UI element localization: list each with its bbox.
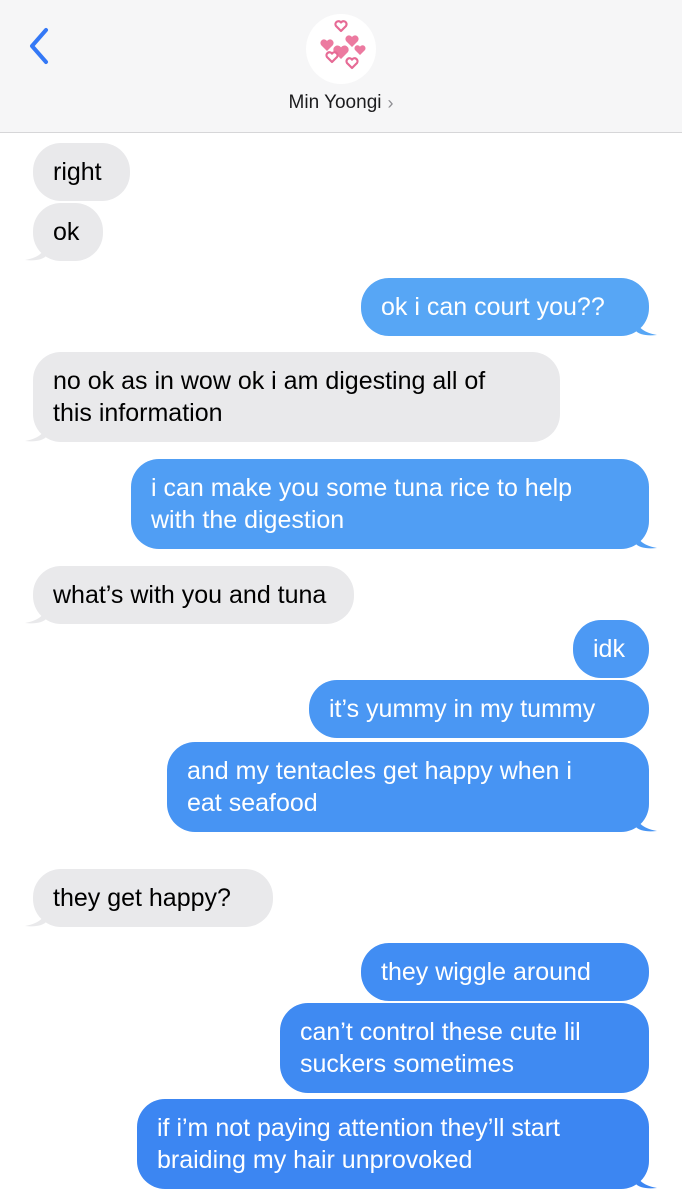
message-text-line: if i’m not paying attention they’ll star… bbox=[157, 1114, 560, 1142]
message-text-line: right bbox=[53, 158, 102, 186]
message-text-line: it’s yummy in my tummy bbox=[329, 695, 596, 723]
contact-name: Min Yoongi bbox=[288, 92, 382, 113]
message-text-line: idk bbox=[593, 635, 625, 663]
incoming-bubble-tail bbox=[25, 422, 47, 442]
message-text-line: what’s with you and tuna bbox=[53, 581, 327, 609]
message-text-line: they wiggle around bbox=[381, 958, 591, 986]
message-text-line: ok bbox=[53, 218, 80, 246]
message-text-line: this information bbox=[53, 399, 223, 427]
outgoing-message-bubble[interactable]: i can make you some tuna rice to help wit… bbox=[131, 459, 657, 549]
message-text-line: they get happy? bbox=[53, 884, 231, 912]
incoming-message-bubble[interactable]: they get happy? bbox=[25, 869, 273, 927]
chevron-left-icon bbox=[30, 28, 48, 64]
contact-name-button[interactable]: Min Yoongi › bbox=[0, 90, 682, 116]
outgoing-message-bubble[interactable]: they wiggle around bbox=[361, 943, 649, 1001]
message-text-line: no ok as in wow ok i am digesting all of bbox=[53, 367, 486, 395]
message-text-line: braiding my hair unprovoked bbox=[157, 1146, 473, 1174]
incoming-message-bubble[interactable]: ok bbox=[25, 203, 103, 261]
outgoing-message-bubble[interactable]: can’t control these cute lil suckers some… bbox=[280, 1003, 649, 1093]
incoming-message-bubble[interactable]: no ok as in wow ok i am digesting all of… bbox=[25, 352, 560, 442]
message-text-line: suckers sometimes bbox=[300, 1050, 514, 1078]
conversation-header: Min Yoongi › bbox=[0, 0, 682, 133]
message-text-line: i can make you some tuna rice to help bbox=[151, 474, 573, 502]
back-button[interactable] bbox=[22, 24, 58, 68]
message-text-line: can’t control these cute lil bbox=[300, 1018, 581, 1046]
outgoing-message-bubble[interactable]: it’s yummy in my tummy bbox=[309, 680, 649, 738]
outgoing-bubble-tail bbox=[635, 316, 657, 336]
incoming-message-bubble[interactable]: right bbox=[33, 143, 130, 201]
incoming-bubble-tail bbox=[25, 604, 47, 624]
message-text-line: ok i can court you?? bbox=[381, 293, 605, 321]
outgoing-message-bubble[interactable]: if i’m not paying attention they’ll star… bbox=[137, 1099, 657, 1189]
chevron-right-icon: › bbox=[387, 92, 394, 113]
outgoing-message-bubble[interactable]: ok i can court you?? bbox=[361, 278, 657, 336]
outgoing-bubble-tail bbox=[635, 1169, 657, 1189]
message-text-line: with the digestion bbox=[151, 506, 345, 534]
contact-avatar[interactable] bbox=[306, 14, 376, 84]
incoming-message-bubble[interactable]: what’s with you and tuna bbox=[25, 566, 354, 624]
outgoing-message-bubble[interactable]: idk bbox=[573, 620, 649, 678]
incoming-bubble-tail bbox=[25, 907, 47, 927]
outgoing-bubble-tail bbox=[635, 529, 657, 549]
message-text-line: eat seafood bbox=[187, 789, 318, 817]
outgoing-bubble-tail bbox=[635, 812, 657, 832]
pink-hearts-icon bbox=[320, 20, 366, 70]
outgoing-message-bubble[interactable]: and my tentacles get happy when i eat sea… bbox=[167, 742, 657, 832]
message-text-line: and my tentacles get happy when i bbox=[187, 757, 572, 785]
message-thread[interactable]: right ok ok i can court you?? no ok as in w… bbox=[0, 132, 682, 1200]
incoming-bubble-tail bbox=[25, 241, 47, 261]
